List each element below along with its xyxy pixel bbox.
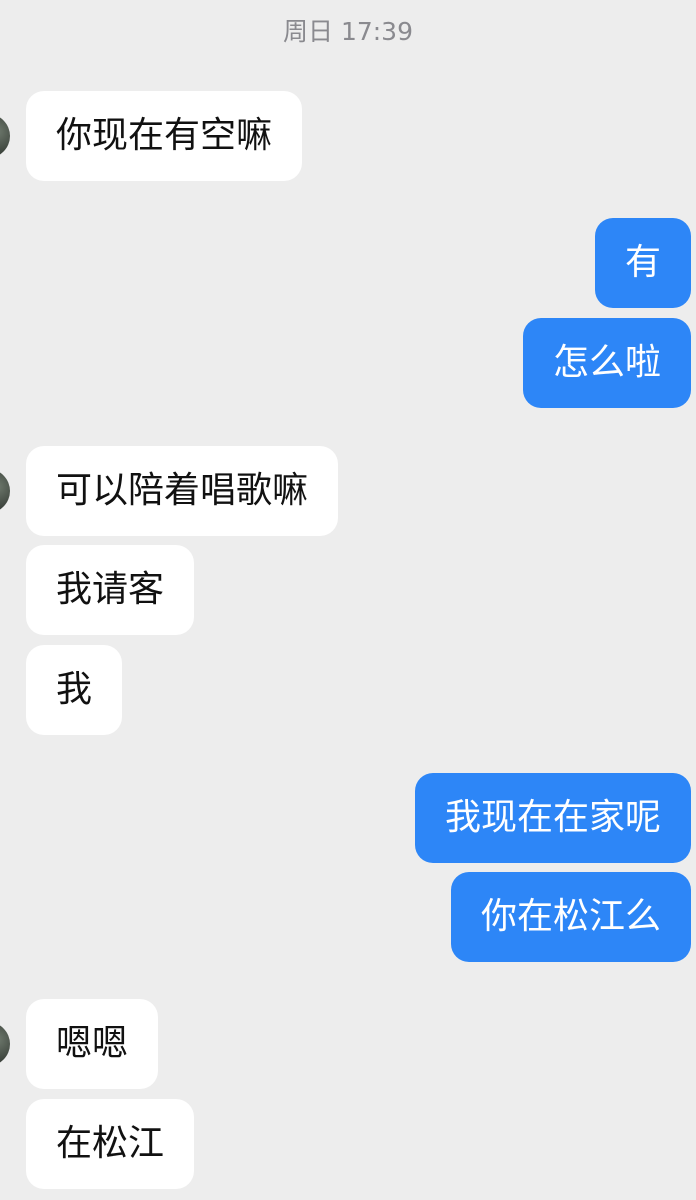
contact-avatar[interactable]: [0, 1022, 10, 1066]
incoming-message-bubble[interactable]: 嗯嗯: [26, 999, 159, 1089]
incoming-message-bubble[interactable]: 我请客: [26, 545, 195, 635]
outgoing-message-bubble[interactable]: 有: [594, 218, 691, 308]
incoming-message-bubble[interactable]: 我: [26, 645, 123, 735]
outgoing-message-bubble[interactable]: 你在松江么: [450, 872, 691, 962]
contact-avatar[interactable]: [0, 469, 10, 513]
incoming-message-bubble[interactable]: 你现在有空嘛: [26, 91, 303, 181]
contact-avatar[interactable]: [0, 114, 10, 158]
chat-timestamp: 周日 17:39: [283, 17, 413, 46]
outgoing-message-bubble[interactable]: 我现在在家呢: [414, 773, 691, 863]
outgoing-message-bubble[interactable]: 怎么啦: [522, 318, 691, 408]
incoming-message-bubble[interactable]: 可以陪着唱歌嘛: [26, 446, 339, 536]
incoming-message-bubble[interactable]: 在松江: [26, 1099, 195, 1189]
